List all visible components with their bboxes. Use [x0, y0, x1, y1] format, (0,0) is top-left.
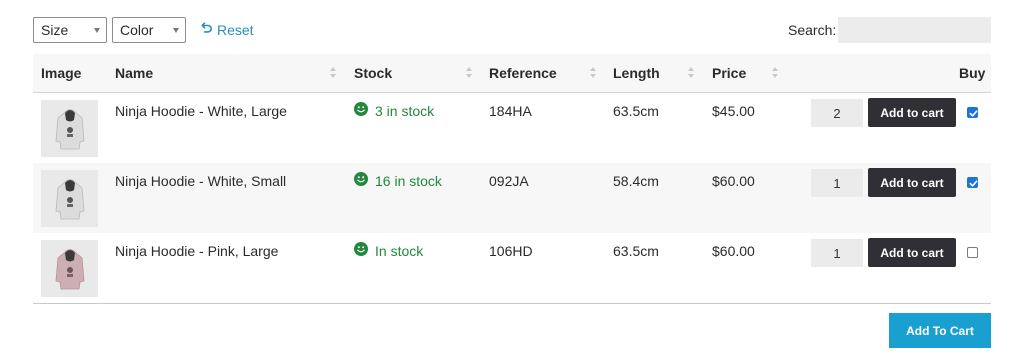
reset-link[interactable]: Reset	[199, 20, 254, 40]
buy-checkbox[interactable]	[967, 177, 978, 188]
sort-arrows-icon[interactable]	[688, 67, 695, 79]
stock-label: 3 in stock	[375, 103, 435, 119]
add-to-cart-button[interactable]: Add to cart	[868, 168, 956, 197]
column-header-reference[interactable]: Reference	[489, 54, 557, 92]
product-price: $45.00	[712, 103, 755, 119]
product-name: Ninja Hoodie - White, Small	[115, 173, 287, 189]
stock-status: 16 in stock	[354, 172, 442, 190]
undo-arrow-icon	[199, 20, 213, 40]
buy-checkbox[interactable]	[967, 107, 978, 118]
product-length: 63.5cm	[613, 243, 659, 259]
sort-arrows-icon[interactable]	[330, 67, 337, 79]
stock-status: In stock	[354, 242, 423, 260]
add-to-cart-button[interactable]: Add to cart	[868, 98, 956, 127]
quantity-input[interactable]	[811, 169, 863, 197]
add-all-to-cart-button[interactable]: Add To Cart	[889, 313, 991, 348]
color-select-value: Color	[120, 22, 154, 38]
checkmark-icon	[969, 180, 978, 187]
column-header-buy: Buy	[959, 65, 986, 81]
product-reference: 184HA	[489, 103, 532, 119]
product-table: Image Name Stock Reference Length Price …	[33, 54, 991, 297]
reset-label: Reset	[217, 22, 254, 38]
sort-arrows-icon[interactable]	[590, 67, 597, 79]
product-reference: 092JA	[489, 173, 529, 189]
column-header-name[interactable]: Name	[115, 54, 153, 92]
table-row: Ninja Hoodie - Pink, Large In stock 106H…	[33, 233, 991, 303]
column-header-price[interactable]: Price	[712, 54, 746, 92]
chevron-down-icon	[173, 28, 179, 33]
checkmark-icon	[969, 110, 978, 117]
smiley-icon	[354, 172, 368, 190]
column-header-stock[interactable]: Stock	[354, 54, 392, 92]
buy-checkbox[interactable]	[967, 247, 978, 258]
pink-hoodie-image	[41, 240, 98, 297]
smiley-icon	[354, 242, 368, 260]
sort-arrows-icon[interactable]	[466, 67, 473, 79]
product-price: $60.00	[712, 173, 755, 189]
table-bottom-divider	[33, 303, 991, 304]
table-header: Image Name Stock Reference Length Price …	[33, 54, 991, 93]
white-hoodie-image	[41, 170, 98, 227]
product-name: Ninja Hoodie - White, Large	[115, 103, 287, 119]
add-to-cart-button[interactable]: Add to cart	[868, 238, 956, 267]
product-reference: 106HD	[489, 243, 533, 259]
sort-arrows-icon[interactable]	[772, 67, 779, 79]
search-input[interactable]	[838, 17, 991, 43]
column-header-image: Image	[41, 65, 82, 81]
table-row: Ninja Hoodie - White, Small 16 in stock …	[33, 163, 991, 233]
quantity-input[interactable]	[811, 99, 863, 127]
stock-label: 16 in stock	[375, 173, 442, 189]
column-header-length[interactable]: Length	[613, 54, 660, 92]
smiley-icon	[354, 102, 368, 120]
product-name: Ninja Hoodie - Pink, Large	[115, 243, 279, 259]
size-select[interactable]: Size	[33, 17, 107, 43]
chevron-down-icon	[94, 28, 100, 33]
table-row: Ninja Hoodie - White, Large 3 in stock 1…	[33, 93, 991, 163]
quantity-input[interactable]	[811, 239, 863, 267]
white-hoodie-image	[41, 100, 98, 157]
product-length: 58.4cm	[613, 173, 659, 189]
stock-label: In stock	[375, 243, 424, 259]
stock-status: 3 in stock	[354, 102, 434, 120]
size-select-value: Size	[41, 22, 69, 38]
filter-toolbar: Size Color Reset Search:	[33, 17, 991, 43]
product-length: 63.5cm	[613, 103, 659, 119]
color-select[interactable]: Color	[112, 17, 186, 43]
search-label: Search:	[788, 22, 837, 38]
product-price: $60.00	[712, 243, 755, 259]
